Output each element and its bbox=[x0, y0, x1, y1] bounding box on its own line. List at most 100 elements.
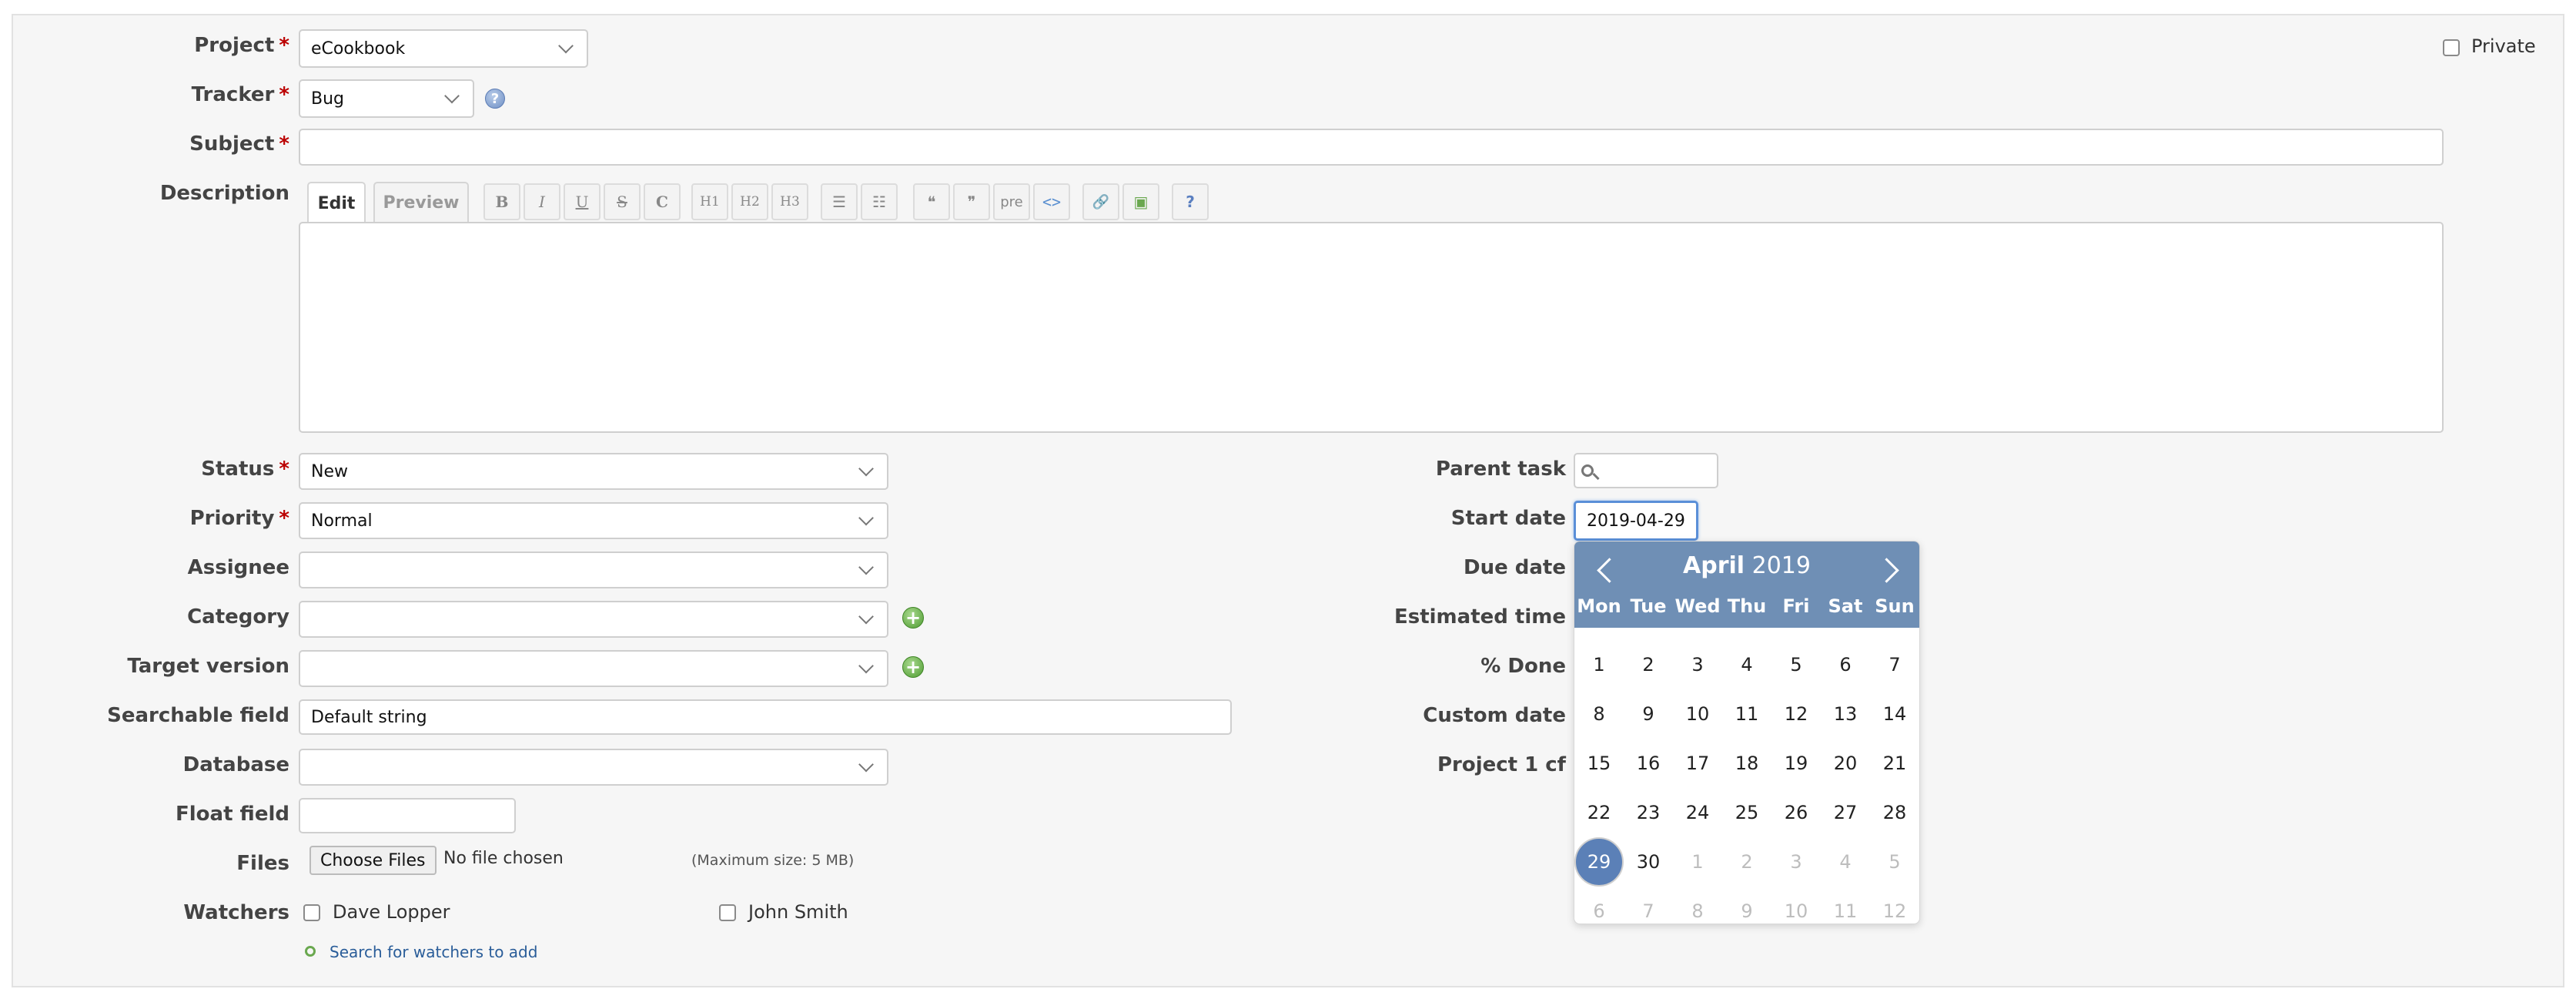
float-field-input[interactable] bbox=[299, 798, 516, 833]
parent-task-input[interactable] bbox=[1574, 453, 1718, 488]
category-select[interactable] bbox=[299, 601, 888, 638]
code-inline-icon[interactable]: C bbox=[644, 183, 681, 220]
choose-files-button[interactable]: Choose Files bbox=[309, 846, 437, 875]
start-date-label: Start date bbox=[1450, 507, 1566, 530]
quote-icon[interactable]: ❝ bbox=[913, 183, 950, 220]
watcher-checkbox[interactable] bbox=[719, 904, 736, 921]
calendar-day[interactable]: 11 bbox=[1821, 887, 1870, 924]
tab-edit[interactable]: Edit bbox=[307, 182, 366, 223]
italic-icon[interactable]: I bbox=[524, 183, 560, 220]
calendar-day[interactable]: 25 bbox=[1722, 788, 1771, 837]
subject-input[interactable] bbox=[299, 129, 2444, 166]
calendar-day[interactable]: 24 bbox=[1673, 788, 1722, 837]
chevron-down-icon bbox=[444, 88, 460, 104]
calendar-day[interactable]: 18 bbox=[1722, 739, 1771, 788]
database-label: Database bbox=[182, 753, 289, 776]
assignee-select[interactable] bbox=[299, 551, 888, 588]
priority-select[interactable]: Normal bbox=[299, 502, 888, 539]
calendar-day[interactable]: 28 bbox=[1870, 788, 1919, 837]
code-block-icon[interactable]: <> bbox=[1033, 183, 1070, 220]
chevron-down-icon bbox=[858, 510, 874, 526]
float-field-label: Float field bbox=[176, 803, 289, 826]
database-select[interactable] bbox=[299, 749, 888, 786]
weekday-header: Mon bbox=[1577, 595, 1621, 617]
calendar-day[interactable]: 20 bbox=[1821, 739, 1870, 788]
calendar-day[interactable]: 22 bbox=[1574, 788, 1624, 837]
calendar-day[interactable]: 1 bbox=[1574, 640, 1624, 689]
calendar-day[interactable]: 2 bbox=[1624, 640, 1673, 689]
calendar-day[interactable]: 6 bbox=[1574, 887, 1624, 924]
calendar-day[interactable]: 3 bbox=[1771, 837, 1821, 887]
help-icon[interactable]: ? bbox=[1172, 183, 1209, 220]
link-icon[interactable]: 🔗 bbox=[1082, 183, 1119, 220]
calendar-day[interactable]: 7 bbox=[1624, 887, 1673, 924]
calendar-day-selected[interactable]: 29 bbox=[1574, 837, 1624, 887]
tracker-select[interactable]: Bug bbox=[299, 79, 474, 118]
calendar-day[interactable]: 27 bbox=[1821, 788, 1870, 837]
calendar-day[interactable]: 10 bbox=[1771, 887, 1821, 924]
calendar-day[interactable]: 4 bbox=[1821, 837, 1870, 887]
chevron-down-icon bbox=[858, 756, 874, 773]
files-label: Files bbox=[236, 852, 289, 875]
target-version-select[interactable] bbox=[299, 650, 888, 687]
help-icon[interactable]: ? bbox=[485, 89, 505, 109]
calendar-day[interactable]: 14 bbox=[1870, 689, 1919, 739]
preformatted-icon[interactable]: pre bbox=[993, 183, 1030, 220]
calendar-day[interactable]: 7 bbox=[1870, 640, 1919, 689]
underline-icon[interactable]: U bbox=[564, 183, 601, 220]
calendar-day[interactable]: 15 bbox=[1574, 739, 1624, 788]
add-version-icon[interactable]: + bbox=[902, 656, 924, 678]
add-watcher-icon bbox=[305, 946, 316, 957]
max-size-text: (Maximum size: 5 MB) bbox=[691, 852, 855, 869]
image-icon[interactable]: ▣ bbox=[1122, 183, 1159, 220]
unordered-list-icon[interactable]: ☰ bbox=[821, 183, 858, 220]
date-picker-title: April 2019 bbox=[1683, 552, 1811, 579]
project-select[interactable]: eCookbook bbox=[299, 29, 588, 68]
add-category-icon[interactable]: + bbox=[902, 607, 924, 629]
calendar-day[interactable]: 16 bbox=[1624, 739, 1673, 788]
calendar-day[interactable]: 8 bbox=[1574, 689, 1624, 739]
ordered-list-icon[interactable]: ☷ bbox=[861, 183, 898, 220]
heading2-icon[interactable]: H2 bbox=[731, 183, 768, 220]
heading3-icon[interactable]: H3 bbox=[771, 183, 808, 220]
weekday-header: Fri bbox=[1782, 595, 1810, 617]
start-date-input[interactable]: 2019-04-29 bbox=[1574, 501, 1698, 541]
calendar-day[interactable]: 21 bbox=[1870, 739, 1919, 788]
calendar-day[interactable]: 6 bbox=[1821, 640, 1870, 689]
calendar-day[interactable]: 23 bbox=[1624, 788, 1673, 837]
unquote-icon[interactable]: ❞ bbox=[953, 183, 990, 220]
calendar-day[interactable]: 5 bbox=[1870, 837, 1919, 887]
due-date-label: Due date bbox=[1464, 556, 1566, 579]
searchable-field-input[interactable]: Default string bbox=[299, 699, 1232, 735]
tab-preview[interactable]: Preview bbox=[373, 182, 469, 222]
calendar-day[interactable]: 8 bbox=[1673, 887, 1722, 924]
calendar-day[interactable]: 1 bbox=[1673, 837, 1722, 887]
private-checkbox[interactable] bbox=[2443, 39, 2460, 56]
calendar-day[interactable]: 5 bbox=[1771, 640, 1821, 689]
project-label: Project * bbox=[194, 34, 289, 57]
search-watchers-link[interactable]: Search for watchers to add bbox=[330, 943, 537, 961]
bold-icon[interactable]: B bbox=[483, 183, 520, 220]
search-icon bbox=[1581, 464, 1600, 481]
calendar-day[interactable]: 13 bbox=[1821, 689, 1870, 739]
calendar-day[interactable]: 9 bbox=[1722, 887, 1771, 924]
status-select[interactable]: New bbox=[299, 453, 888, 490]
category-label: Category bbox=[187, 605, 289, 629]
calendar-day[interactable]: 4 bbox=[1722, 640, 1771, 689]
assignee-label: Assignee bbox=[187, 556, 289, 579]
calendar-day[interactable]: 3 bbox=[1673, 640, 1722, 689]
calendar-day[interactable]: 12 bbox=[1771, 689, 1821, 739]
calendar-day[interactable]: 11 bbox=[1722, 689, 1771, 739]
heading1-icon[interactable]: H1 bbox=[691, 183, 728, 220]
calendar-day[interactable]: 19 bbox=[1771, 739, 1821, 788]
calendar-day[interactable]: 17 bbox=[1673, 739, 1722, 788]
calendar-day[interactable]: 2 bbox=[1722, 837, 1771, 887]
description-textarea[interactable] bbox=[299, 222, 2444, 433]
calendar-day[interactable]: 10 bbox=[1673, 689, 1722, 739]
calendar-day[interactable]: 30 bbox=[1624, 837, 1673, 887]
strikethrough-icon[interactable]: S bbox=[604, 183, 641, 220]
watcher-checkbox[interactable] bbox=[303, 904, 320, 921]
calendar-day[interactable]: 9 bbox=[1624, 689, 1673, 739]
calendar-day[interactable]: 26 bbox=[1771, 788, 1821, 837]
calendar-day[interactable]: 12 bbox=[1870, 887, 1919, 924]
